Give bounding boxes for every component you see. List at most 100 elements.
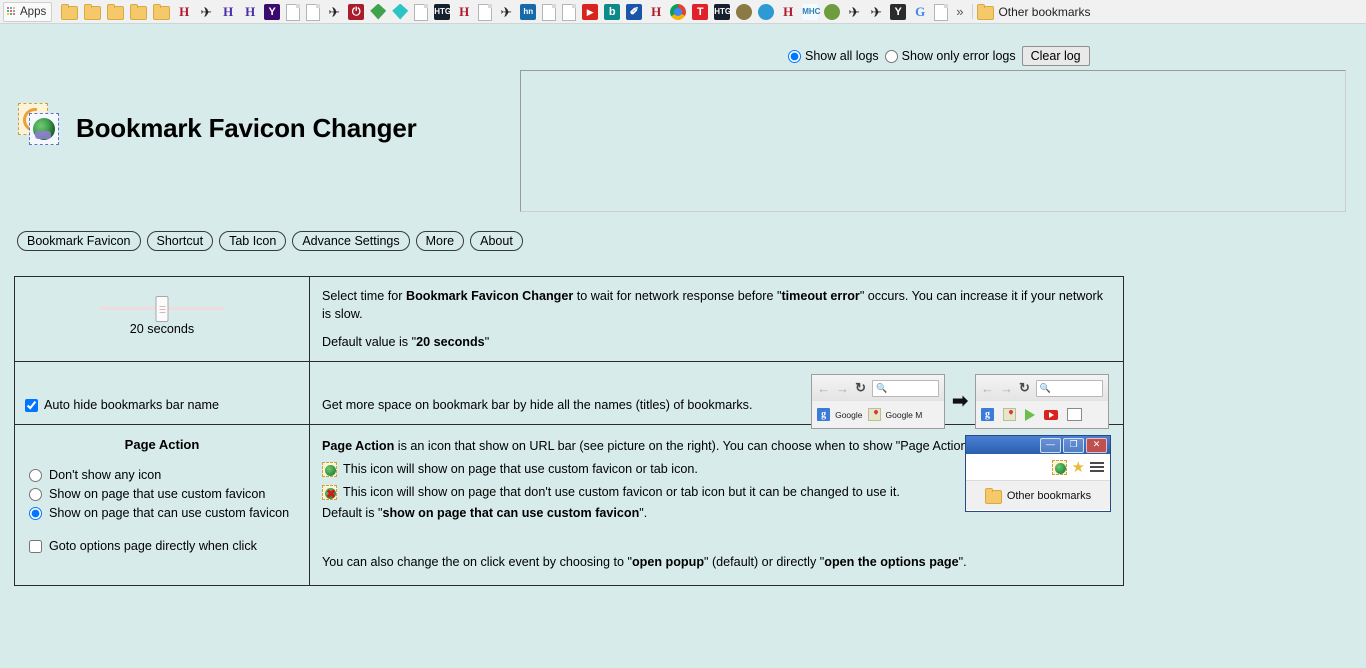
- bookmark-item[interactable]: [824, 2, 841, 22]
- tab-more[interactable]: More: [415, 231, 465, 251]
- bookmark-item[interactable]: H: [176, 2, 192, 22]
- bookmark-item[interactable]: ✈: [326, 2, 342, 22]
- t-red-icon: T: [692, 3, 709, 20]
- tab-about[interactable]: About: [470, 231, 523, 251]
- folder-icon: [977, 3, 995, 20]
- bookmark-item[interactable]: H: [648, 2, 664, 22]
- goto-options-checkbox[interactable]: [29, 540, 42, 553]
- h-purple-icon: H: [223, 3, 234, 19]
- page-action-option-1[interactable]: Show on page that use custom favicon: [25, 485, 299, 504]
- bookmark-item[interactable]: [61, 2, 79, 22]
- page-action-description-cell: Page Action is an icon that show on URL …: [310, 425, 1123, 585]
- goto-options-row[interactable]: Goto options page directly when click: [25, 537, 299, 556]
- page-icon: [414, 3, 429, 21]
- back-arrow-icon: ←: [817, 380, 831, 396]
- timeout-slider-thumb[interactable]: [155, 296, 169, 322]
- autohide-label: Auto hide bookmarks bar name: [44, 398, 220, 412]
- tab-advance-settings[interactable]: Advance Settings: [292, 231, 410, 251]
- bookmark-item[interactable]: ✈: [198, 2, 214, 22]
- bookmark-item[interactable]: [286, 2, 301, 22]
- bookmark-item[interactable]: H: [456, 2, 472, 22]
- page-action-radio-2[interactable]: [29, 507, 42, 520]
- autohide-checkbox-row[interactable]: Auto hide bookmarks bar name: [25, 370, 299, 412]
- bookmark-item[interactable]: [670, 2, 687, 22]
- page-action-option-2[interactable]: Show on page that can use custom favicon: [25, 504, 299, 523]
- folder-bookmark: [153, 3, 171, 20]
- settings-row-autohide: Auto hide bookmarks bar name Get more sp…: [15, 362, 1123, 429]
- apps-button[interactable]: Apps: [3, 1, 53, 22]
- page-action-desc-5: You can also change the on click event b…: [322, 555, 967, 569]
- bookmark-item[interactable]: [392, 2, 409, 22]
- bookmark-item[interactable]: Y: [890, 2, 907, 22]
- show-all-logs-option[interactable]: Show all logs: [788, 49, 879, 63]
- bookmark-item[interactable]: [370, 2, 387, 22]
- h-red-icon: H: [651, 3, 662, 19]
- page-action-option-0[interactable]: Don't show any icon: [25, 466, 299, 485]
- bookmark-item[interactable]: HTG: [434, 2, 451, 22]
- bookmark-item[interactable]: [107, 2, 125, 22]
- timeout-slider[interactable]: [99, 296, 225, 322]
- bookmark-item[interactable]: T: [692, 2, 709, 22]
- clear-log-button[interactable]: Clear log: [1021, 46, 1090, 66]
- bookmark-item[interactable]: [542, 2, 557, 22]
- page-action-radio-1[interactable]: [29, 488, 42, 501]
- bookmark-item[interactable]: MHC: [802, 2, 820, 22]
- tab-tab-icon[interactable]: Tab Icon: [219, 231, 287, 251]
- app-logo-icon: [18, 103, 66, 153]
- bookmark-item[interactable]: [84, 2, 102, 22]
- autohide-checkbox[interactable]: [25, 398, 38, 412]
- autohide-illustration: ← → ↻ 🔍 g Google Google M ➡ ← → ↻ 🔍 g: [811, 374, 1109, 429]
- other-bookmarks-button[interactable]: Other bookmarks: [977, 3, 1091, 20]
- window-titlebar: — ❐ ✕: [966, 436, 1110, 454]
- bookmark-bar-after-mock: ← → ↻ 🔍 g: [975, 374, 1109, 429]
- bookmark-label-google-maps: Google M: [885, 409, 923, 420]
- bookmark-item[interactable]: ✈: [846, 2, 862, 22]
- bookmark-item[interactable]: [130, 2, 148, 22]
- bookmark-item[interactable]: H: [780, 2, 796, 22]
- bookmark-item[interactable]: [934, 2, 949, 22]
- bookmark-item[interactable]: b: [604, 2, 621, 22]
- bookmark-item[interactable]: H: [220, 2, 236, 22]
- bookmark-item[interactable]: ✈: [868, 2, 884, 22]
- bookmarks-overflow-chevron[interactable]: »: [951, 4, 968, 19]
- bookmark-item[interactable]: [736, 2, 753, 22]
- bookmark-item[interactable]: ⏻: [348, 2, 365, 22]
- log-output-area[interactable]: [520, 70, 1346, 212]
- bookmark-item[interactable]: ✐: [626, 2, 643, 22]
- bookmark-item[interactable]: ✈: [498, 2, 514, 22]
- close-button-icon: ✕: [1086, 437, 1107, 453]
- youtube-icon: ▶: [582, 3, 599, 20]
- bookmark-item[interactable]: H: [242, 2, 258, 22]
- plane-icon: ✈: [200, 3, 213, 20]
- show-all-logs-radio[interactable]: [788, 49, 801, 63]
- tab-shortcut[interactable]: Shortcut: [146, 231, 214, 251]
- page-action-radio-0[interactable]: [29, 469, 42, 482]
- mhc-icon: MHC: [802, 3, 820, 20]
- y-dark-icon: Y: [890, 3, 907, 20]
- forward-arrow-icon: →: [1000, 380, 1013, 396]
- bookmark-item[interactable]: Y: [264, 2, 281, 22]
- show-error-logs-option[interactable]: Show only error logs: [884, 49, 1016, 63]
- page-action-option-label: Show on page that use custom favicon: [49, 487, 266, 501]
- show-error-logs-radio[interactable]: [884, 49, 898, 63]
- bookmark-item[interactable]: [414, 2, 429, 22]
- bookmark-item[interactable]: [153, 2, 171, 22]
- bookmark-item[interactable]: ▶: [582, 2, 599, 22]
- page-action-enabled-icon: [322, 462, 337, 477]
- apps-label: Apps: [20, 5, 47, 18]
- tab-bookmark-favicon[interactable]: Bookmark Favicon: [17, 231, 141, 251]
- bookmark-item[interactable]: [758, 2, 775, 22]
- bookmark-item[interactable]: G: [912, 2, 928, 22]
- apps-grid-icon: [7, 7, 16, 16]
- bookmark-item[interactable]: [306, 2, 321, 22]
- bookmark-item[interactable]: HTG: [714, 2, 731, 22]
- page-title: Bookmark Favicon Changer: [76, 112, 417, 143]
- google-icon: G: [915, 3, 926, 19]
- bookmark-item[interactable]: [562, 2, 577, 22]
- htg-icon: HTG: [714, 3, 731, 20]
- bookmark-item[interactable]: [478, 2, 493, 22]
- google-play-icon: [1025, 408, 1035, 421]
- bookmark-item[interactable]: hn: [520, 2, 537, 22]
- page-header: Bookmark Favicon Changer: [18, 103, 417, 153]
- youtube-icon: [1044, 409, 1058, 420]
